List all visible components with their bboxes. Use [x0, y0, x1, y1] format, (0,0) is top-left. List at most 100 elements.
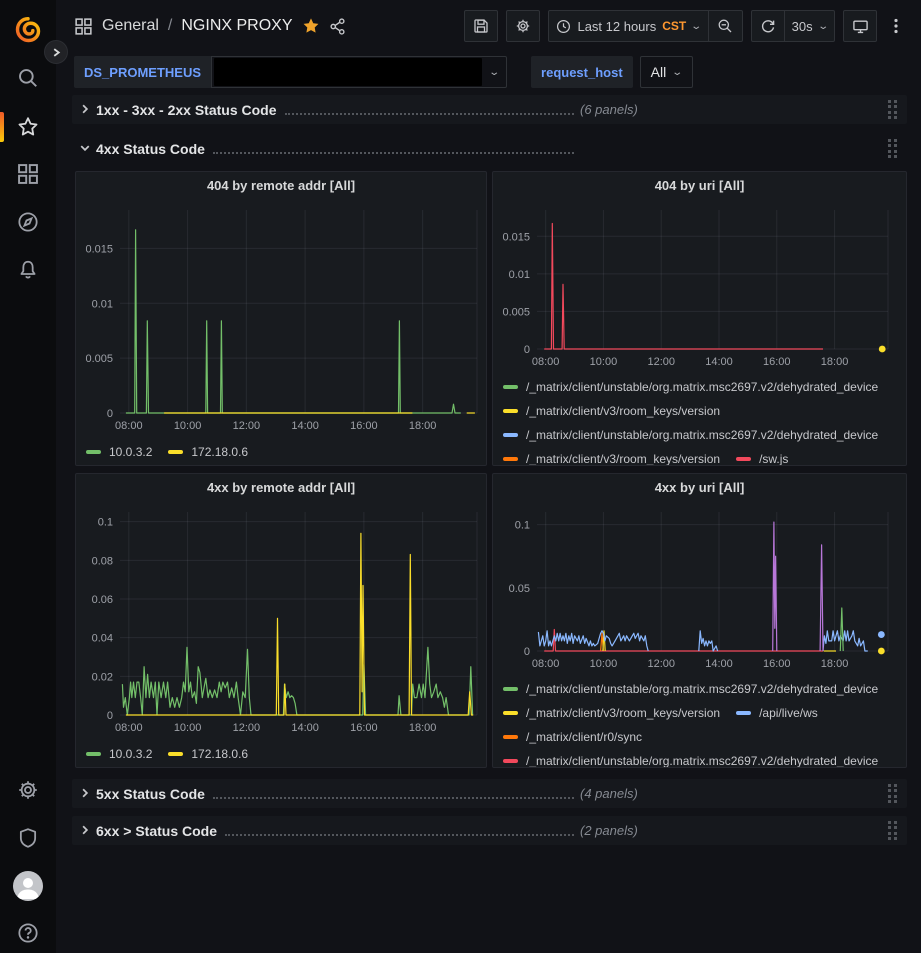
panel-4xx-by-uri-all: 4xx by uri [All]00.050.108:0010:0012:001…	[492, 473, 907, 768]
apps-grid-icon[interactable]	[74, 17, 93, 36]
save-dashboard-button[interactable]	[464, 10, 498, 42]
legend-swatch	[503, 759, 518, 763]
alerting-bell-icon[interactable]	[8, 250, 48, 290]
legend-item[interactable]: /_matrix/client/unstable/org.matrix.msc2…	[503, 425, 878, 445]
row-drag-handle[interactable]	[888, 784, 899, 803]
svg-text:08:00: 08:00	[115, 722, 143, 734]
legend-item[interactable]: /_matrix/client/r0/sync	[503, 727, 642, 747]
legend-row: /_matrix/client/unstable/org.matrix.msc2…	[503, 751, 906, 767]
row-header-4xx-status-code[interactable]: 4xx Status Code	[72, 134, 907, 163]
admin-shield-icon[interactable]	[8, 818, 48, 858]
datasource-variable-label[interactable]: DS_PROMETHEUS	[74, 56, 211, 88]
svg-text:08:00: 08:00	[115, 420, 143, 432]
legend-item[interactable]: /_matrix/client/unstable/org.matrix.msc2…	[503, 679, 878, 699]
user-avatar[interactable]	[8, 866, 48, 906]
svg-text:0.05: 0.05	[509, 583, 530, 595]
starred-dashboards-icon[interactable]	[8, 107, 48, 147]
settings-gear-icon[interactable]	[8, 770, 48, 810]
legend-item[interactable]: /sw.js	[736, 449, 788, 465]
panel-title[interactable]: 4xx by uri [All]	[493, 474, 906, 500]
dashboard-header: General / NGINX PROXY	[56, 0, 921, 52]
chevron-down-icon: ⌄	[817, 21, 829, 32]
svg-text:16:00: 16:00	[350, 420, 378, 432]
chart-svg: 00.020.040.060.080.108:0010:0012:0014:00…	[76, 500, 486, 741]
chart-area[interactable]: 00.0050.010.01508:0010:0012:0014:0016:00…	[76, 198, 486, 439]
chevron-right-icon	[52, 48, 61, 57]
panel-404-by-uri-all: 404 by uri [All]00.0050.010.01508:0010:0…	[492, 171, 907, 466]
row-drag-handle[interactable]	[888, 100, 899, 119]
gear-icon	[515, 18, 531, 34]
legend-item[interactable]: /api/live/ws	[736, 703, 818, 723]
clock-icon	[556, 19, 571, 34]
chevron-down-icon	[80, 143, 90, 153]
legend-item[interactable]: /_matrix/client/v3/room_keys/version	[503, 449, 720, 465]
row-header-6xx-status-code[interactable]: 6xx > Status Code(2 panels)	[72, 816, 907, 845]
legend-item[interactable]: 10.0.3.2	[86, 744, 152, 764]
svg-text:14:00: 14:00	[705, 356, 733, 368]
svg-text:0.01: 0.01	[92, 298, 113, 310]
panel-title[interactable]: 404 by remote addr [All]	[76, 172, 486, 198]
row-header-5xx-status-code[interactable]: 5xx Status Code(4 panels)	[72, 779, 907, 808]
row-drag-handle[interactable]	[888, 821, 899, 840]
zoom-out-icon	[717, 18, 733, 34]
chevron-down-icon: ⌄	[672, 67, 684, 78]
legend-swatch	[736, 457, 751, 461]
svg-text:0.015: 0.015	[85, 243, 113, 255]
legend-item[interactable]: /_matrix/client/unstable/org.matrix.msc2…	[503, 377, 878, 397]
svg-text:0.005: 0.005	[502, 306, 530, 318]
row-header-1xx-3xx-2xx-status-code[interactable]: 1xx - 3xx - 2xx Status Code(6 panels)	[72, 95, 907, 124]
breadcrumb-title[interactable]: NGINX PROXY	[181, 17, 292, 35]
row-dotted-leader	[213, 152, 574, 154]
svg-text:12:00: 12:00	[647, 658, 675, 670]
svg-text:0.02: 0.02	[92, 671, 113, 683]
sidebar-expand-button[interactable]	[44, 40, 68, 64]
row-title-group: 4xx Status Code	[96, 141, 580, 157]
search-icon[interactable]	[8, 58, 48, 98]
breadcrumb-section[interactable]: General	[102, 17, 159, 35]
panel-legend: /_matrix/client/unstable/org.matrix.msc2…	[493, 675, 906, 767]
chart-area[interactable]: 00.0050.010.01508:0010:0012:0014:0016:00…	[493, 198, 906, 373]
refresh-interval-label: 30s	[792, 19, 813, 34]
legend-item[interactable]: /_matrix/client/v3/room_keys/version	[503, 401, 720, 421]
legend-item[interactable]: 10.0.3.2	[86, 442, 152, 462]
legend-label: /_matrix/client/unstable/org.matrix.msc2…	[526, 425, 878, 445]
panel-legend: /_matrix/client/unstable/org.matrix.msc2…	[493, 373, 906, 465]
chart-area[interactable]: 00.050.108:0010:0012:0014:0016:0018:00	[493, 500, 906, 675]
dashboards-icon[interactable]	[8, 154, 48, 194]
explore-compass-icon[interactable]	[8, 202, 48, 242]
datasource-variable-dropdown[interactable]: ⌄	[211, 56, 507, 88]
tv-mode-button[interactable]	[843, 10, 877, 42]
more-options-button[interactable]	[885, 10, 907, 42]
favorite-star-icon[interactable]	[302, 17, 320, 35]
row-drag-handle[interactable]	[888, 139, 899, 158]
row-title: 6xx > Status Code	[96, 823, 217, 839]
svg-text:08:00: 08:00	[532, 356, 560, 368]
variables-row: DS_PROMETHEUS ⌄ request_host All ⌄	[56, 52, 921, 92]
share-icon[interactable]	[329, 18, 346, 35]
refresh-button[interactable]	[751, 10, 785, 42]
legend-swatch	[503, 433, 518, 437]
legend-item[interactable]: /_matrix/client/unstable/org.matrix.msc2…	[503, 751, 878, 767]
svg-text:16:00: 16:00	[763, 356, 791, 368]
time-range-picker[interactable]: Last 12 hours CST ⌄	[548, 10, 708, 42]
grafana-logo[interactable]	[8, 10, 48, 50]
zoom-out-button[interactable]	[709, 10, 743, 42]
chevron-right-icon	[80, 825, 90, 835]
panel-title[interactable]: 404 by uri [All]	[493, 172, 906, 198]
request-host-variable-dropdown[interactable]: All ⌄	[640, 56, 693, 88]
chart-area[interactable]: 00.020.040.060.080.108:0010:0012:0014:00…	[76, 500, 486, 741]
panel-title[interactable]: 4xx by remote addr [All]	[76, 474, 486, 500]
dashboard-body: 1xx - 3xx - 2xx Status Code(6 panels) 4xx…	[56, 92, 921, 953]
row-title-group: 1xx - 3xx - 2xx Status Code	[96, 102, 580, 118]
dashboard-settings-button[interactable]	[506, 10, 540, 42]
legend-row: /_matrix/client/v3/room_keys/version	[503, 401, 906, 421]
refresh-interval-picker[interactable]: 30s ⌄	[785, 10, 835, 42]
legend-label: 172.18.0.6	[191, 442, 248, 462]
legend-item[interactable]: /_matrix/client/v3/room_keys/version	[503, 703, 720, 723]
request-host-variable-label[interactable]: request_host	[531, 56, 633, 88]
legend-label: 10.0.3.2	[109, 744, 152, 764]
help-icon[interactable]	[8, 913, 48, 953]
svg-text:0: 0	[524, 344, 530, 356]
legend-item[interactable]: 172.18.0.6	[168, 442, 248, 462]
legend-item[interactable]: 172.18.0.6	[168, 744, 248, 764]
